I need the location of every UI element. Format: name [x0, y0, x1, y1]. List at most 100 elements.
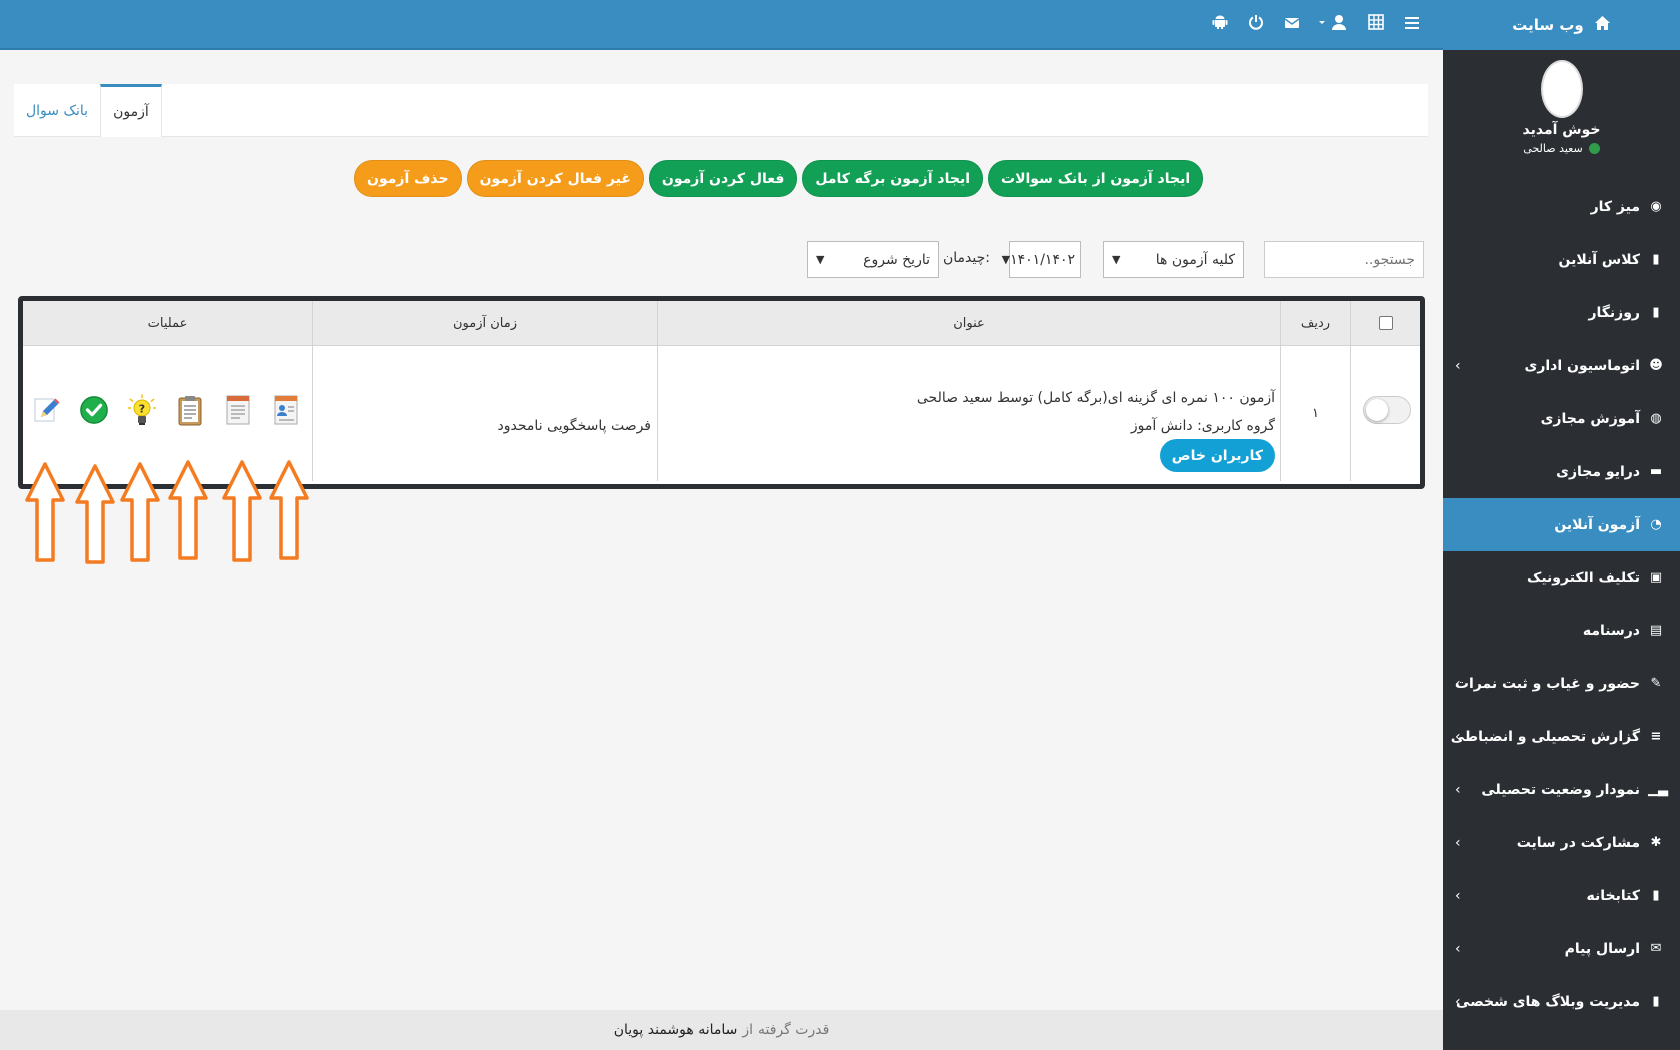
lightbulb-icon[interactable]: ?	[127, 394, 157, 426]
sort-value: تاریخ شروع	[863, 251, 930, 268]
envelope-icon[interactable]	[1283, 15, 1301, 34]
svg-text:?: ?	[139, 403, 145, 416]
table-header: ردیف عنوان زمان آزمون عملیات	[23, 301, 1420, 346]
sidebar-item[interactable]: ☻ اتوماسیون اداری ‹	[1443, 339, 1680, 392]
delete-exam-button[interactable]: حذف آزمون	[354, 160, 462, 197]
sidebar-item[interactable]: ▮ کلاس آنلاین	[1443, 233, 1680, 286]
sidebar-item-label: کتابخانه	[1586, 887, 1640, 904]
footer-brand[interactable]: سامانه هوشمند پویان	[614, 1022, 738, 1038]
sidebar-item[interactable]: ▮ روزنگار	[1443, 286, 1680, 339]
power-icon[interactable]	[1247, 14, 1265, 34]
year-value: ۱۴۰۱/۱۴۰۲	[1010, 251, 1075, 268]
row-toggle-cell	[1350, 346, 1420, 481]
user-icon[interactable]	[1319, 14, 1349, 34]
home-icon	[1594, 15, 1611, 36]
sidebar-item[interactable]: ✎ حضور و غیاب و ثبت نمرات ‹	[1443, 657, 1680, 710]
sidebar-item-label: میز کار	[1590, 198, 1640, 215]
special-users-button[interactable]: کاربران خاص	[1159, 439, 1275, 472]
sidebar-item-label: ارسال پیام	[1564, 940, 1640, 957]
user-name: سعید صالحی	[1523, 142, 1600, 155]
chevron-left-icon: ‹	[1455, 728, 1461, 745]
sidebar-item-label: مدیریت وبلاگ های شخصی	[1456, 993, 1640, 1010]
sidebar-item[interactable]: ▮ مدیریت وبلاگ های شخصی ‹	[1443, 975, 1680, 1028]
envelope-icon: ✉	[1650, 941, 1662, 956]
deactivate-exam-button[interactable]: غیر فعال کردن آزمون	[466, 160, 644, 197]
sidebar-item[interactable]: ▣ تکلیف الکترونیک	[1443, 551, 1680, 604]
chevron-left-icon: ‹	[1455, 993, 1461, 1010]
sidebar-item-label: آزمون آنلاین	[1554, 516, 1640, 533]
user-card-icon[interactable]	[271, 394, 301, 426]
sidebar-item-label: کلاس آنلاین	[1558, 251, 1640, 268]
year-select[interactable]: ۱۴۰۱/۱۴۰۲ ▼	[1002, 241, 1081, 278]
title-cell: آزمون ۱۰۰ نمره ای گزینه ای(برگه کامل) تو…	[657, 346, 1280, 481]
header-title: عنوان	[657, 301, 1280, 345]
sidebar-item-label: مشارکت در سایت	[1516, 834, 1640, 851]
arrow-up-icon	[75, 464, 115, 564]
exam-filter-select[interactable]: کلیه آزمون ها ▼	[1103, 241, 1244, 278]
toggle-knob	[1366, 399, 1388, 421]
grid-icon[interactable]	[1367, 14, 1385, 34]
chevron-left-icon: ‹	[1455, 834, 1461, 851]
book-icon: ▮	[1652, 994, 1660, 1009]
top-navbar	[0, 0, 1443, 50]
asterisk-icon: ✱	[1650, 835, 1662, 850]
sidebar-item-label: گزارش تحصیلی و انضباطی	[1450, 728, 1640, 745]
avatar[interactable]	[1540, 60, 1583, 118]
arrow-up-icon	[168, 460, 208, 560]
menu-icon[interactable]	[1403, 15, 1421, 34]
row-number: ۱	[1312, 406, 1319, 421]
chevron-left-icon: ‹	[1455, 781, 1461, 798]
sidebar-item-label: درسنامه	[1582, 622, 1640, 639]
create-full-sheet-button[interactable]: ایجاد آزمون برگه کامل	[802, 160, 983, 197]
user-group: گروه کاربری: دانش آموز	[1130, 418, 1275, 434]
header-ops: عملیات	[147, 315, 188, 331]
active-toggle[interactable]	[1363, 396, 1411, 424]
sidebar-item[interactable]: ✉ ارسال پیام ‹	[1443, 922, 1680, 975]
tab-question-bank[interactable]: بانک سوال	[14, 84, 100, 137]
site-link[interactable]: وب سایت	[1443, 0, 1680, 50]
activate-exam-button[interactable]: فعال کردن آزمون	[648, 160, 798, 197]
create-from-bank-button[interactable]: ایجاد آزمون از بانک سوالات	[988, 160, 1204, 197]
sidebar: وب سایت خوش آمدید سعید صالحی ◉ میز کار ▮ کل…	[1443, 0, 1680, 1050]
header-time: زمان آزمون	[312, 301, 657, 345]
sidebar-item[interactable]: ▬ درایو مجازی	[1443, 445, 1680, 498]
time-cell: فرصت پاسخگویی نامحدود	[312, 346, 657, 481]
user-profile: خوش آمدید سعید صالحی	[1443, 50, 1680, 180]
sidebar-item[interactable]: ▁▃ نمودار وضعیت تحصیلی ‹	[1443, 763, 1680, 816]
report-icon[interactable]	[223, 394, 253, 426]
sidebar-item[interactable]: ▤ درسنامه	[1443, 604, 1680, 657]
clipboard-icon[interactable]	[175, 394, 205, 426]
briefcase-icon: ▣	[1649, 570, 1663, 585]
sidebar-item[interactable]: ◉ میز کار	[1443, 180, 1680, 233]
row-operations: ?	[31, 394, 301, 426]
select-all-checkbox[interactable]	[1378, 316, 1393, 330]
sidebar-menu: ◉ میز کار ▮ کلاس آنلاین ▮ روزنگار ☻ اتوماسیون ا…	[1443, 180, 1680, 1028]
welcome-text: خوش آمدید	[1522, 122, 1601, 138]
android-icon[interactable]	[1211, 14, 1229, 34]
sidebar-item[interactable]: ◍ آموزش مجازی	[1443, 392, 1680, 445]
dashboard-icon: ◉	[1650, 199, 1662, 214]
book-icon: ▮	[1652, 252, 1660, 267]
document-icon: ▤	[1649, 623, 1663, 638]
sidebar-item[interactable]: ≡ گزارش تحصیلی و انضباطی ‹	[1443, 710, 1680, 763]
sidebar-item-label: اتوماسیون اداری	[1524, 357, 1640, 374]
search-input[interactable]	[1264, 241, 1424, 278]
sort-select[interactable]: تاریخ شروع ▼	[807, 241, 939, 278]
edit-pencil-icon[interactable]	[31, 394, 61, 426]
list-icon: ≡	[1650, 729, 1662, 744]
sidebar-item[interactable]: ▮ کتابخانه ‹	[1443, 869, 1680, 922]
footer: قدرت گرفته از سامانه هوشمند پویان	[0, 1010, 1443, 1050]
sidebar-item-label: نمودار وضعیت تحصیلی	[1481, 781, 1640, 798]
chevron-left-icon: ‹	[1455, 940, 1461, 957]
clock-icon: ◔	[1650, 517, 1662, 532]
user-name-label: سعید صالحی	[1523, 142, 1583, 155]
online-status-icon	[1588, 143, 1600, 154]
chevron-left-icon: ‹	[1455, 887, 1461, 904]
tab-exam[interactable]: آزمون	[100, 84, 162, 137]
arrow-up-icon	[269, 460, 309, 560]
check-icon[interactable]	[79, 394, 109, 426]
sidebar-item[interactable]: ◔ آزمون آنلاین	[1443, 498, 1680, 551]
sidebar-item[interactable]: ✱ مشارکت در سایت ‹	[1443, 816, 1680, 869]
sidebar-item-label: تکلیف الکترونیک	[1526, 569, 1640, 586]
chevron-down-icon: ▼	[816, 253, 825, 266]
